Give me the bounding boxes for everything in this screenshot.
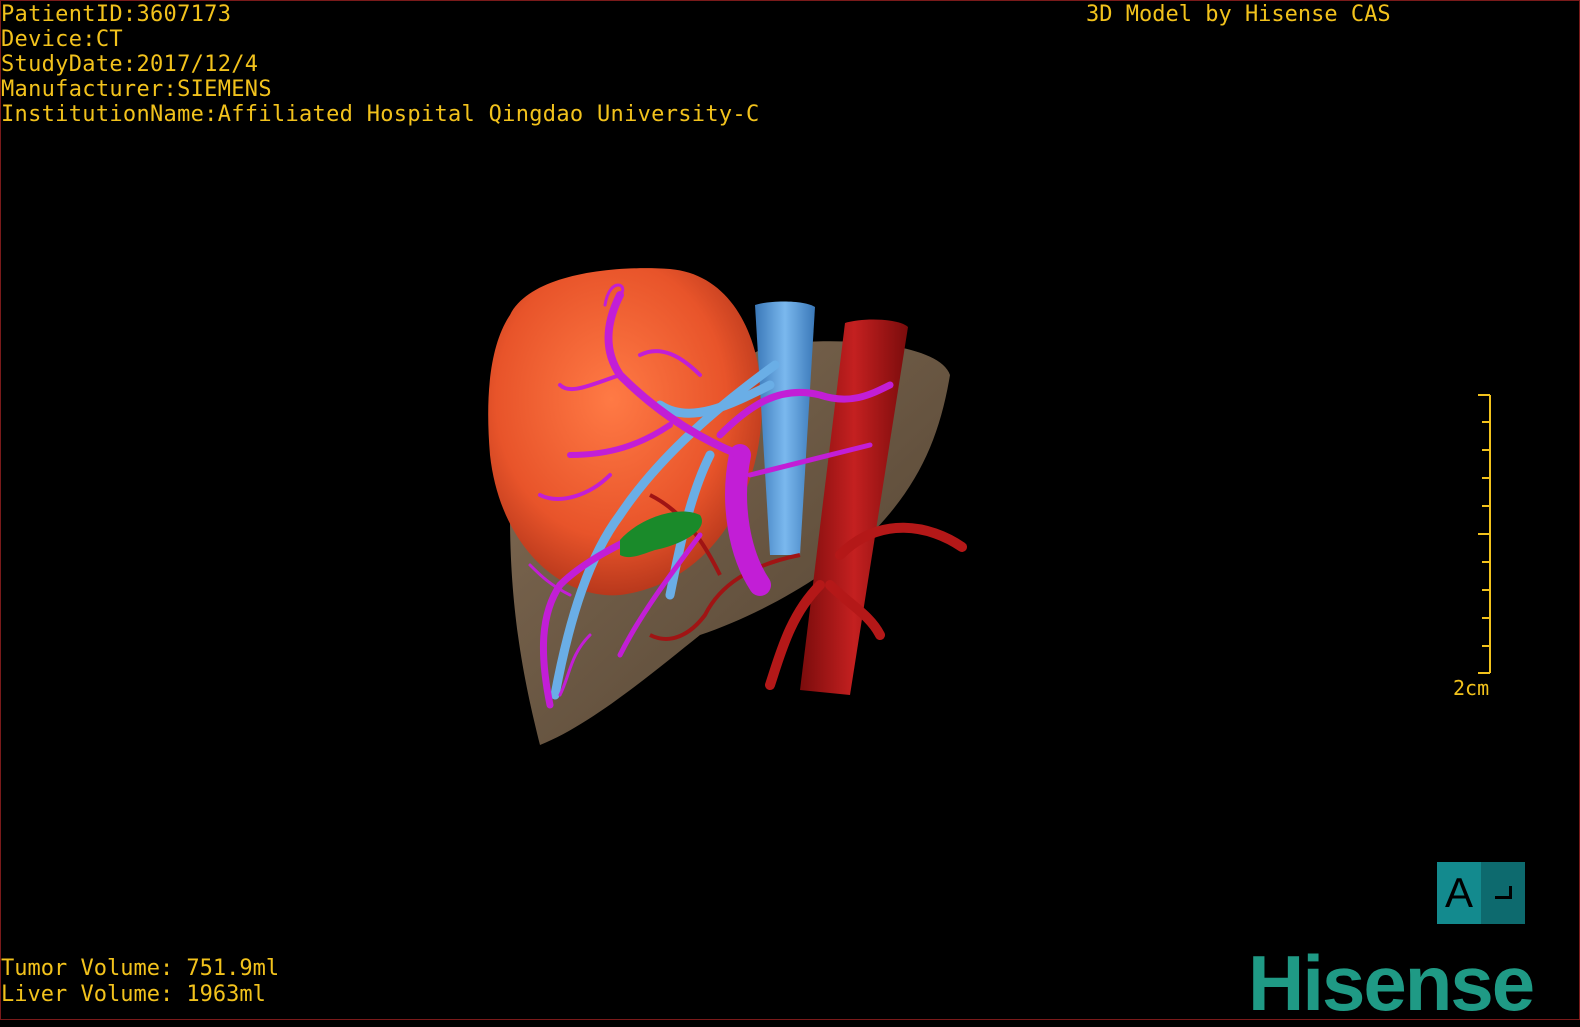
orientation-letter: A	[1437, 862, 1481, 924]
patient-id: PatientID:3607173	[1, 2, 232, 27]
orientation-cube-button[interactable]: A	[1437, 862, 1525, 924]
3d-model-viewport[interactable]	[470, 255, 990, 755]
tumor-volume: Tumor Volume: 751.9ml	[1, 956, 280, 981]
liver-3d-model	[488, 268, 967, 745]
scale-label: 2cm	[1453, 676, 1490, 700]
orientation-corner-icon	[1481, 862, 1525, 924]
institution-name: InstitutionName:Affiliated Hospital Qing…	[1, 102, 760, 127]
model-credit: 3D Model by Hisense CAS	[1086, 2, 1391, 27]
study-date: StudyDate:2017/12/4	[1, 52, 259, 77]
manufacturer: Manufacturer:SIEMENS	[1, 77, 272, 102]
volume-readout: Tumor Volume: 751.9ml Liver Volume: 1963…	[1, 956, 279, 1008]
device: Device:CT	[1, 27, 123, 52]
liver-volume: Liver Volume: 1963ml	[1, 982, 266, 1007]
dicom-info-overlay: PatientID:3607173 Device:CT StudyDate:20…	[1, 2, 760, 127]
scale-bar	[1478, 394, 1491, 674]
hisense-logo: Hisense	[1248, 939, 1535, 1027]
